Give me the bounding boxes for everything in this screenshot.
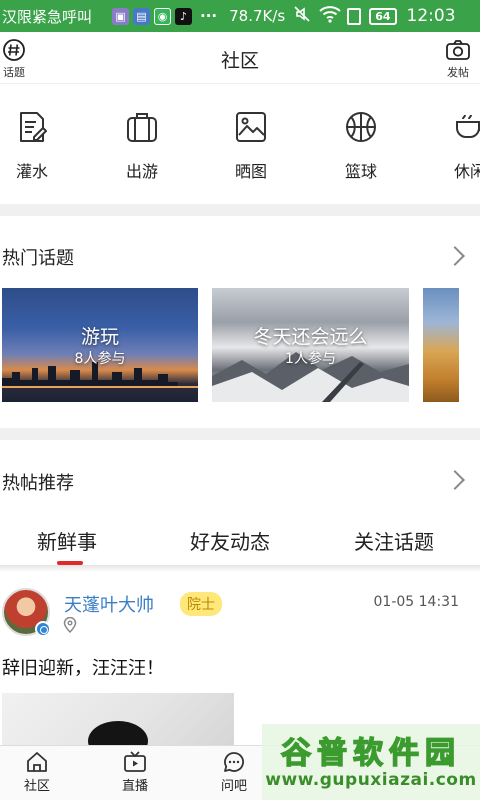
location-pin-icon <box>63 617 77 633</box>
suitcase-icon <box>127 113 157 142</box>
status-notification-text: 汉限紧急呼叫 <box>2 7 93 26</box>
hot-posts-more-chevron-icon[interactable] <box>445 470 465 490</box>
category-label: 灌水 <box>15 162 48 181</box>
topic-card-partial[interactable] <box>423 288 459 402</box>
nav-ask[interactable]: 问吧 <box>204 750 264 794</box>
watermark: 谷普软件园 www.gupuxiazai.com <box>262 724 480 800</box>
more-notifications-icon: ··· <box>200 7 218 25</box>
basketball-icon <box>346 112 376 142</box>
notification-icons: ▣ ▤ ◉ ♪ <box>112 7 192 25</box>
image-icon <box>236 112 266 142</box>
network-speed: 78.7K/s <box>229 7 286 25</box>
active-tab-indicator <box>57 561 83 565</box>
topic-card[interactable]: 游玩 8人参与 <box>2 288 198 402</box>
wifi-icon <box>319 5 341 27</box>
chat-bubble-icon <box>224 752 244 772</box>
nav-live[interactable]: 直播 <box>105 750 165 794</box>
post-author[interactable]: 天蓬叶大帅 <box>64 591 154 617</box>
nav-label: 问吧 <box>220 779 247 794</box>
status-bar: 汉限紧急呼叫 ▣ ▤ ◉ ♪ ··· 78.7K/s 64 12:03 <box>0 0 480 32</box>
post-timestamp: 01-05 14:31 <box>373 594 459 610</box>
section-divider <box>0 204 480 216</box>
category-label: 休闲 <box>453 162 480 181</box>
category-item-photos[interactable]: 晒图 <box>211 110 291 182</box>
home-icon <box>27 752 47 772</box>
watermark-url: www.gupuxiazai.com <box>265 770 477 790</box>
topic-card[interactable]: 冬天还会远么 1人参与 <box>212 288 409 402</box>
category-label: 晒图 <box>234 162 267 181</box>
new-post-button-label: 发帖 <box>447 66 469 79</box>
hot-posts-title: 热帖推荐 <box>2 473 74 494</box>
tabs-shadow <box>0 566 480 572</box>
post-image-subject <box>88 721 148 745</box>
tiktok-app-icon: ♪ <box>175 7 192 25</box>
nav-label: 社区 <box>23 779 50 794</box>
topic-card-count: 1人参与 <box>285 351 336 367</box>
nav-label: 直播 <box>121 779 148 794</box>
category-label: 出游 <box>125 162 158 181</box>
verified-badge-icon <box>35 621 51 637</box>
category-item-leisure[interactable]: 休闲 <box>430 110 480 182</box>
hot-topics-title: 热门话题 <box>2 248 74 269</box>
topic-card-title: 冬天还会远么 <box>253 326 368 348</box>
sim-icon <box>347 7 362 25</box>
tv-icon <box>124 751 146 772</box>
status-time: 12:03 <box>406 6 456 26</box>
section-divider <box>0 428 480 440</box>
user-rank-badge: 院士 <box>180 592 222 616</box>
tab-fresh[interactable]: 新鲜事 <box>37 526 97 555</box>
battery-indicator: 64 <box>369 7 397 25</box>
mute-icon <box>293 5 311 27</box>
post-text[interactable]: 辞旧迎新，汪汪汪！ <box>2 654 164 680</box>
camera-icon <box>446 40 470 60</box>
post-image[interactable] <box>2 693 234 745</box>
feed-tabs: 新鲜事 好友动态 关注话题 <box>0 516 480 566</box>
nav-community[interactable]: 社区 <box>7 750 67 794</box>
message-app-icon: ▤ <box>133 7 150 25</box>
watermark-logo-text: 谷普软件园 <box>280 735 461 772</box>
tab-followed-topics[interactable]: 关注话题 <box>354 526 434 555</box>
app-header: 话题 社区 发帖 <box>0 32 480 84</box>
tab-friends[interactable]: 好友动态 <box>190 526 270 555</box>
shield-app-icon: ◉ <box>154 7 171 25</box>
topic-card-count: 8人参与 <box>74 351 126 367</box>
hot-topics-more-chevron-icon[interactable] <box>445 246 465 266</box>
category-item-chat[interactable]: 灌水 <box>0 110 72 182</box>
category-item-basketball[interactable]: 篮球 <box>321 110 401 182</box>
topic-card-title: 游玩 <box>80 326 119 348</box>
category-strip: 灌水 出游 晒图 篮球 休闲 <box>0 84 480 204</box>
note-edit-icon <box>20 112 47 142</box>
gallery-app-icon: ▣ <box>112 7 129 25</box>
new-post-button[interactable]: 发帖 <box>434 38 480 80</box>
category-label: 篮球 <box>344 162 377 181</box>
page-title: 社区 <box>220 50 259 72</box>
cup-icon <box>456 114 480 138</box>
hot-topics-carousel: 游玩 8人参与 冬天还会远么 1人参与 <box>0 288 480 402</box>
category-item-travel[interactable]: 出游 <box>102 110 182 182</box>
